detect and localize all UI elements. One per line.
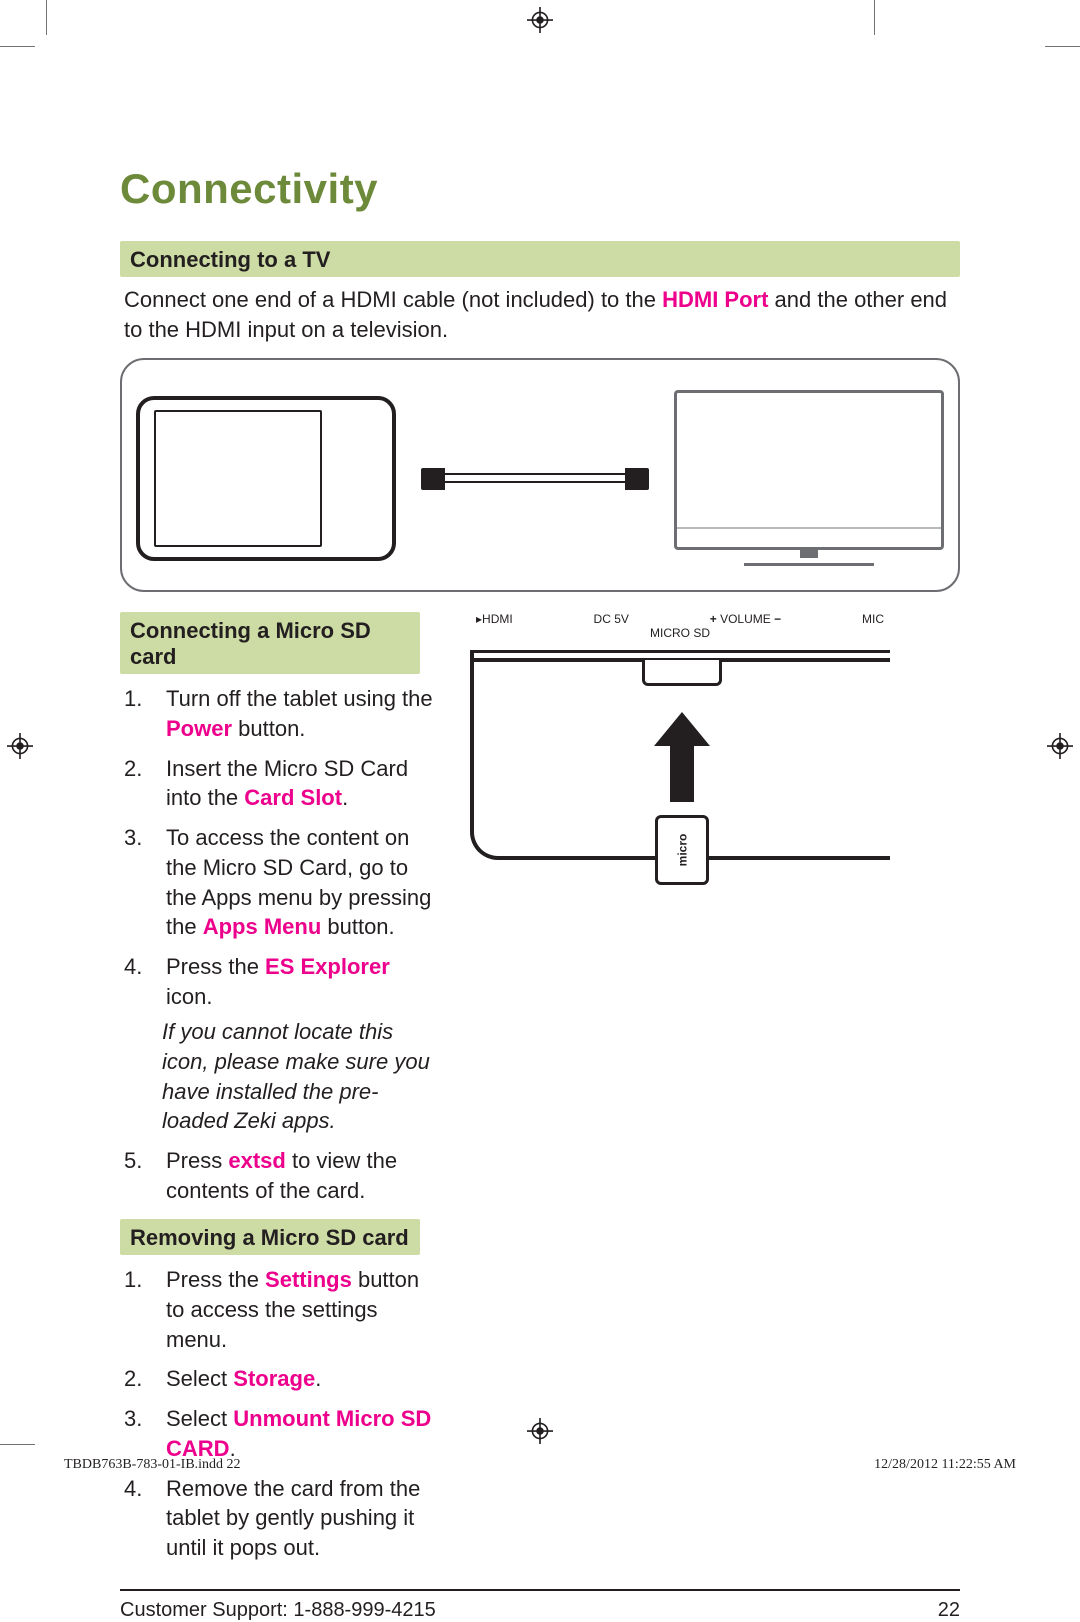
sd-slot-illustration — [642, 660, 722, 686]
highlight-power: Power — [166, 716, 232, 741]
section-heading-tv: Connecting to a TV — [120, 241, 960, 277]
highlight-extsd: extsd — [228, 1148, 285, 1173]
port-label-volume: + VOLUME − — [710, 612, 781, 626]
sd-card-label: micro — [675, 834, 689, 867]
note-text: If you cannot locate this icon, please m… — [120, 1017, 440, 1136]
hdmi-cable-illustration — [445, 473, 625, 483]
page-number: 22 — [938, 1599, 960, 1622]
sd-connect-steps: Turn off the tablet using the Power butt… — [120, 684, 440, 1011]
list-item: Select Unmount Micro SD CARD. — [124, 1404, 440, 1463]
print-timestamp: 12/28/2012 11:22:55 AM — [874, 1457, 1016, 1473]
section-heading-sd-remove: Removing a Micro SD card — [120, 1219, 420, 1255]
text: button. — [232, 716, 305, 741]
list-item: To access the content on the Micro SD Ca… — [124, 823, 440, 942]
registration-mark-icon — [526, 6, 554, 34]
highlight-apps-menu: Apps Menu — [203, 914, 322, 939]
registration-mark-icon — [6, 732, 34, 760]
list-item: Remove the card from the tablet by gentl… — [124, 1474, 440, 1563]
list-item: Press extsd to view the contents of the … — [124, 1146, 440, 1205]
list-item: Turn off the tablet using the Power butt… — [124, 684, 440, 743]
text: Connect one end of a HDMI cable (not inc… — [124, 287, 662, 312]
sd-connect-steps-cont: Press extsd to view the contents of the … — [120, 1146, 440, 1205]
text: Press the — [166, 954, 265, 979]
footer-divider — [120, 1589, 960, 1591]
list-item: Press the ES Explorer icon. — [124, 952, 440, 1011]
text: Select — [166, 1366, 233, 1391]
text: . — [342, 785, 348, 810]
text: icon. — [166, 984, 212, 1009]
tv-intro-text: Connect one end of a HDMI cable (not inc… — [120, 285, 960, 344]
list-item: Press the Settings button to access the … — [124, 1265, 440, 1354]
diagram-sd-card: ▸HDMI DC 5V + VOLUME − MIC MICRO SD micr… — [470, 612, 890, 860]
list-item: Insert the Micro SD Card into the Card S… — [124, 754, 440, 813]
port-label-microsd: MICRO SD — [470, 626, 890, 640]
tablet-illustration — [136, 396, 396, 561]
sd-card-illustration: micro — [655, 815, 709, 885]
highlight-storage: Storage — [233, 1366, 315, 1391]
arrow-up-icon — [654, 712, 710, 807]
text: Turn off the tablet using the — [166, 686, 433, 711]
sd-remove-steps: Press the Settings button to access the … — [120, 1265, 440, 1562]
highlight-settings: Settings — [265, 1267, 352, 1292]
section-heading-sd-connect: Connecting a Micro SD card — [120, 612, 420, 674]
highlight-card-slot: Card Slot — [244, 785, 342, 810]
port-label-mic: MIC — [862, 612, 884, 626]
print-file-name: TBDB763B-783-01-IB.indd 22 — [64, 1457, 241, 1473]
diagram-tv-connection — [120, 358, 960, 592]
text: . — [315, 1366, 321, 1391]
registration-mark-icon — [1046, 732, 1074, 760]
page-title: Connectivity — [120, 165, 960, 213]
customer-support-text: Customer Support: 1-888-999-4215 — [120, 1599, 436, 1622]
port-label-hdmi: ▸HDMI — [476, 612, 513, 626]
text: Press — [166, 1148, 228, 1173]
tv-illustration — [674, 390, 944, 566]
text: Select — [166, 1406, 233, 1431]
highlight-hdmi-port: HDMI Port — [662, 287, 768, 312]
text: Press the — [166, 1267, 265, 1292]
highlight-es-explorer: ES Explorer — [265, 954, 390, 979]
port-label-dc: DC 5V — [594, 612, 629, 626]
list-item: Select Storage. — [124, 1364, 440, 1394]
text: button. — [321, 914, 394, 939]
